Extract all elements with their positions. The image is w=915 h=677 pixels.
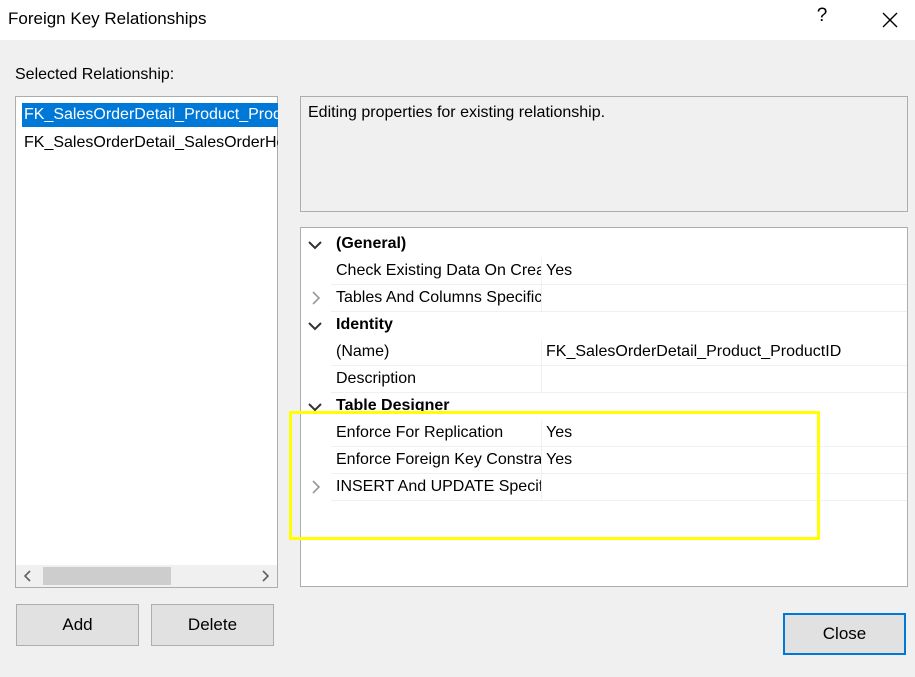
property-row[interactable]: Enforce For Replication Yes — [301, 420, 907, 447]
category-label: Identity — [336, 316, 393, 333]
property-value[interactable]: Yes — [546, 451, 572, 469]
expand-chevron-icon[interactable] — [301, 474, 331, 501]
scroll-right-icon[interactable] — [253, 565, 277, 587]
window-title: Foreign Key Relationships — [8, 9, 207, 28]
property-row[interactable]: Check Existing Data On Creation Or Re-En… — [301, 258, 907, 285]
category-table-designer[interactable]: Table Designer — [301, 393, 907, 420]
category-general[interactable]: (General) — [301, 231, 907, 258]
property-row[interactable]: Tables And Columns Specification — [301, 285, 907, 312]
list-item[interactable]: FK_SalesOrderDetail_Product_ProductID — [22, 103, 278, 127]
property-row[interactable]: (Name) FK_SalesOrderDetail_Product_Produ… — [301, 339, 907, 366]
scroll-thumb[interactable] — [43, 567, 171, 585]
property-name: Tables And Columns Specification — [336, 289, 541, 306]
scroll-left-icon[interactable] — [16, 565, 40, 587]
property-name: Check Existing Data On Creation Or Re-En… — [336, 262, 541, 279]
property-name: Enforce Foreign Key Constraint — [336, 451, 541, 468]
delete-button[interactable]: Delete — [151, 604, 274, 646]
horizontal-scrollbar[interactable] — [16, 565, 277, 587]
help-button[interactable]: ? — [812, 5, 832, 27]
relationship-list[interactable]: FK_SalesOrderDetail_Product_ProductID FK… — [15, 96, 278, 588]
property-grid[interactable]: (General) Check Existing Data On Creatio… — [300, 227, 908, 587]
property-value[interactable]: Yes — [546, 262, 572, 280]
description-panel: Editing properties for existing relation… — [300, 96, 908, 212]
property-name: Enforce For Replication — [336, 424, 504, 441]
property-value[interactable]: Yes — [546, 424, 572, 442]
collapse-chevron-icon[interactable] — [301, 231, 331, 258]
close-icon[interactable] — [876, 6, 904, 34]
add-button[interactable]: Add — [16, 604, 139, 646]
category-label: (General) — [336, 235, 407, 252]
collapse-chevron-icon[interactable] — [301, 312, 331, 339]
property-value[interactable]: FK_SalesOrderDetail_Product_ProductID — [546, 343, 841, 361]
property-name: Description — [336, 370, 417, 387]
title-bar: Foreign Key Relationships ? — [0, 0, 915, 40]
property-row[interactable]: Description — [301, 366, 907, 393]
collapse-chevron-icon[interactable] — [301, 393, 331, 420]
category-identity[interactable]: Identity — [301, 312, 907, 339]
selected-relationship-label: Selected Relationship: — [15, 66, 175, 83]
property-name: INSERT And UPDATE Specification — [336, 478, 541, 495]
property-name: (Name) — [336, 343, 390, 360]
list-item[interactable]: FK_SalesOrderDetail_SalesOrderHeader_Sal… — [22, 131, 278, 155]
property-row[interactable]: Enforce Foreign Key Constraint Yes — [301, 447, 907, 474]
description-text: Editing properties for existing relation… — [308, 104, 606, 121]
category-label: Table Designer — [336, 397, 450, 414]
close-button[interactable]: Close — [783, 613, 906, 655]
property-row[interactable]: INSERT And UPDATE Specification — [301, 474, 907, 501]
expand-chevron-icon[interactable] — [301, 285, 331, 312]
